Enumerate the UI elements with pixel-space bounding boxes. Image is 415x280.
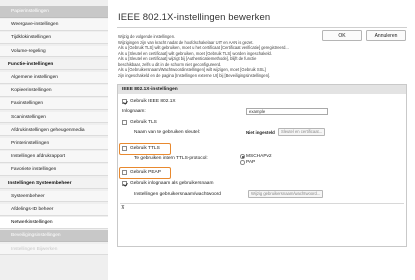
sidebar-item-scaninstellingen[interactable]: Scaninstellingen bbox=[0, 111, 108, 124]
ttls-protocol-label: Te gebruiken intern TTLS-protocol: bbox=[134, 156, 208, 161]
user-pass-label: Instellingen gebruikersnaam/wachtwoord bbox=[134, 192, 221, 197]
sidebar-item-beveiligingsinstellingen[interactable]: Beveiligingsinstellingen bbox=[0, 230, 108, 242]
key-name-label: Naam van te gebruiken sleutel: bbox=[134, 130, 201, 135]
login-name-label: Inlognaam: bbox=[122, 109, 146, 114]
sidebar-item-algemene-instellingen[interactable]: Algemene instellingen bbox=[0, 72, 108, 84]
sidebar-item-afdrukinstellingen-geheugenmedia[interactable]: Afdrukinstellingen geheugenmedia bbox=[0, 124, 108, 137]
ok-button[interactable]: OK bbox=[322, 30, 362, 41]
use-peap-label: Gebruik PEAP bbox=[130, 170, 161, 175]
sidebar-item-favoriete-instellingen[interactable]: Favoriete instellingen bbox=[0, 164, 108, 176]
instruction-line: zijn ingeschakeld en de pagina [Instelli… bbox=[118, 72, 271, 78]
instructions-text: Wijzig de volgende instellingen. Wijzigin… bbox=[118, 34, 314, 78]
key-certificate-button[interactable]: Sleutel en certificaat... bbox=[278, 128, 326, 136]
page-title: IEEE 802.1X-instellingen bewerken bbox=[118, 12, 271, 23]
use-peap-checkbox[interactable] bbox=[122, 170, 127, 175]
use-tls-label: Gebruik TLS bbox=[130, 120, 157, 125]
sidebar-item-netwerkinstellingen[interactable]: Netwerkinstellingen bbox=[0, 217, 108, 229]
key-status: Niet ingesteld bbox=[246, 130, 275, 135]
radio-pap-label: PAP bbox=[246, 160, 256, 165]
ieee-settings-section: IEEE 802.1X-instellingen Gebruik IEEE 80… bbox=[117, 84, 407, 247]
login-name-input[interactable]: example bbox=[246, 108, 328, 115]
use-login-as-user-label: Gebruik inlognaam als gebruikersnaam bbox=[130, 181, 214, 186]
sidebar-item-afdelings-id-beheer[interactable]: Afdelings-ID beheer bbox=[0, 204, 108, 216]
use-ieee-checkbox[interactable] bbox=[122, 99, 127, 104]
sidebar-item-volume-regeling[interactable]: Volume-regeling bbox=[0, 45, 108, 58]
radio-mschapv2-label: MSCHAPv2 bbox=[246, 154, 272, 159]
use-tls-checkbox[interactable] bbox=[122, 120, 127, 125]
sidebar-item-functie-instellingen: Functie-instellingen bbox=[0, 58, 108, 71]
sidebar-item-tijdklokinstellingen[interactable]: Tijdklokinstellingen bbox=[0, 32, 108, 44]
use-login-as-user-checkbox[interactable] bbox=[122, 181, 127, 186]
use-ttls-checkbox[interactable] bbox=[122, 146, 127, 151]
sidebar-item-printerinstellingen[interactable]: Printerinstellingen bbox=[0, 138, 108, 150]
main-panel: IEEE 802.1X-instellingen bewerken OK Ann… bbox=[111, 0, 415, 280]
sidebar-item-papierinstellingen[interactable]: Papierinstellingen bbox=[0, 6, 108, 18]
instruction-line: Als u [Gebruik TLS] wilt gebruiken, moet… bbox=[118, 45, 289, 50]
section-divider bbox=[120, 203, 404, 204]
back-to-top-icon[interactable]: ⊼ bbox=[121, 206, 125, 211]
user-pass-button[interactable]: Wijzig gebruikersnaam/wachtwoord... bbox=[248, 190, 324, 198]
cancel-button[interactable]: Annuleren bbox=[366, 30, 406, 41]
section-header: IEEE 802.1X-instellingen bbox=[118, 85, 406, 94]
sidebar-item-faxinstellingen[interactable]: Faxinstellingen bbox=[0, 98, 108, 110]
radio-mschapv2[interactable] bbox=[240, 154, 245, 159]
use-ttls-label: Gebruik TTLS bbox=[130, 146, 160, 151]
use-ieee-label: Gebruik IEEE 802.1X bbox=[130, 99, 176, 104]
sidebar-item-instellingen-bijwerken[interactable]: Instellingen Bijwerken bbox=[0, 243, 108, 256]
sidebar-item-weergave-instellingen[interactable]: Weergave-instellingen bbox=[0, 19, 108, 31]
sidebar-item-instellingen-systeembeheer: Instellingen Systeembeheer bbox=[0, 177, 108, 190]
title-divider bbox=[117, 27, 407, 28]
radio-pap[interactable] bbox=[240, 160, 245, 165]
sidebar: Papierinstellingen Weergave-instellingen T… bbox=[0, 0, 108, 280]
sidebar-item-instellingen-afdrukrapport[interactable]: Instellingen afdrukrapport bbox=[0, 151, 108, 163]
sidebar-item-systeembeheer[interactable]: Systeembeheer bbox=[0, 190, 108, 203]
sidebar-item-kopieerinstellingen[interactable]: Kopieerinstellingen bbox=[0, 85, 108, 97]
